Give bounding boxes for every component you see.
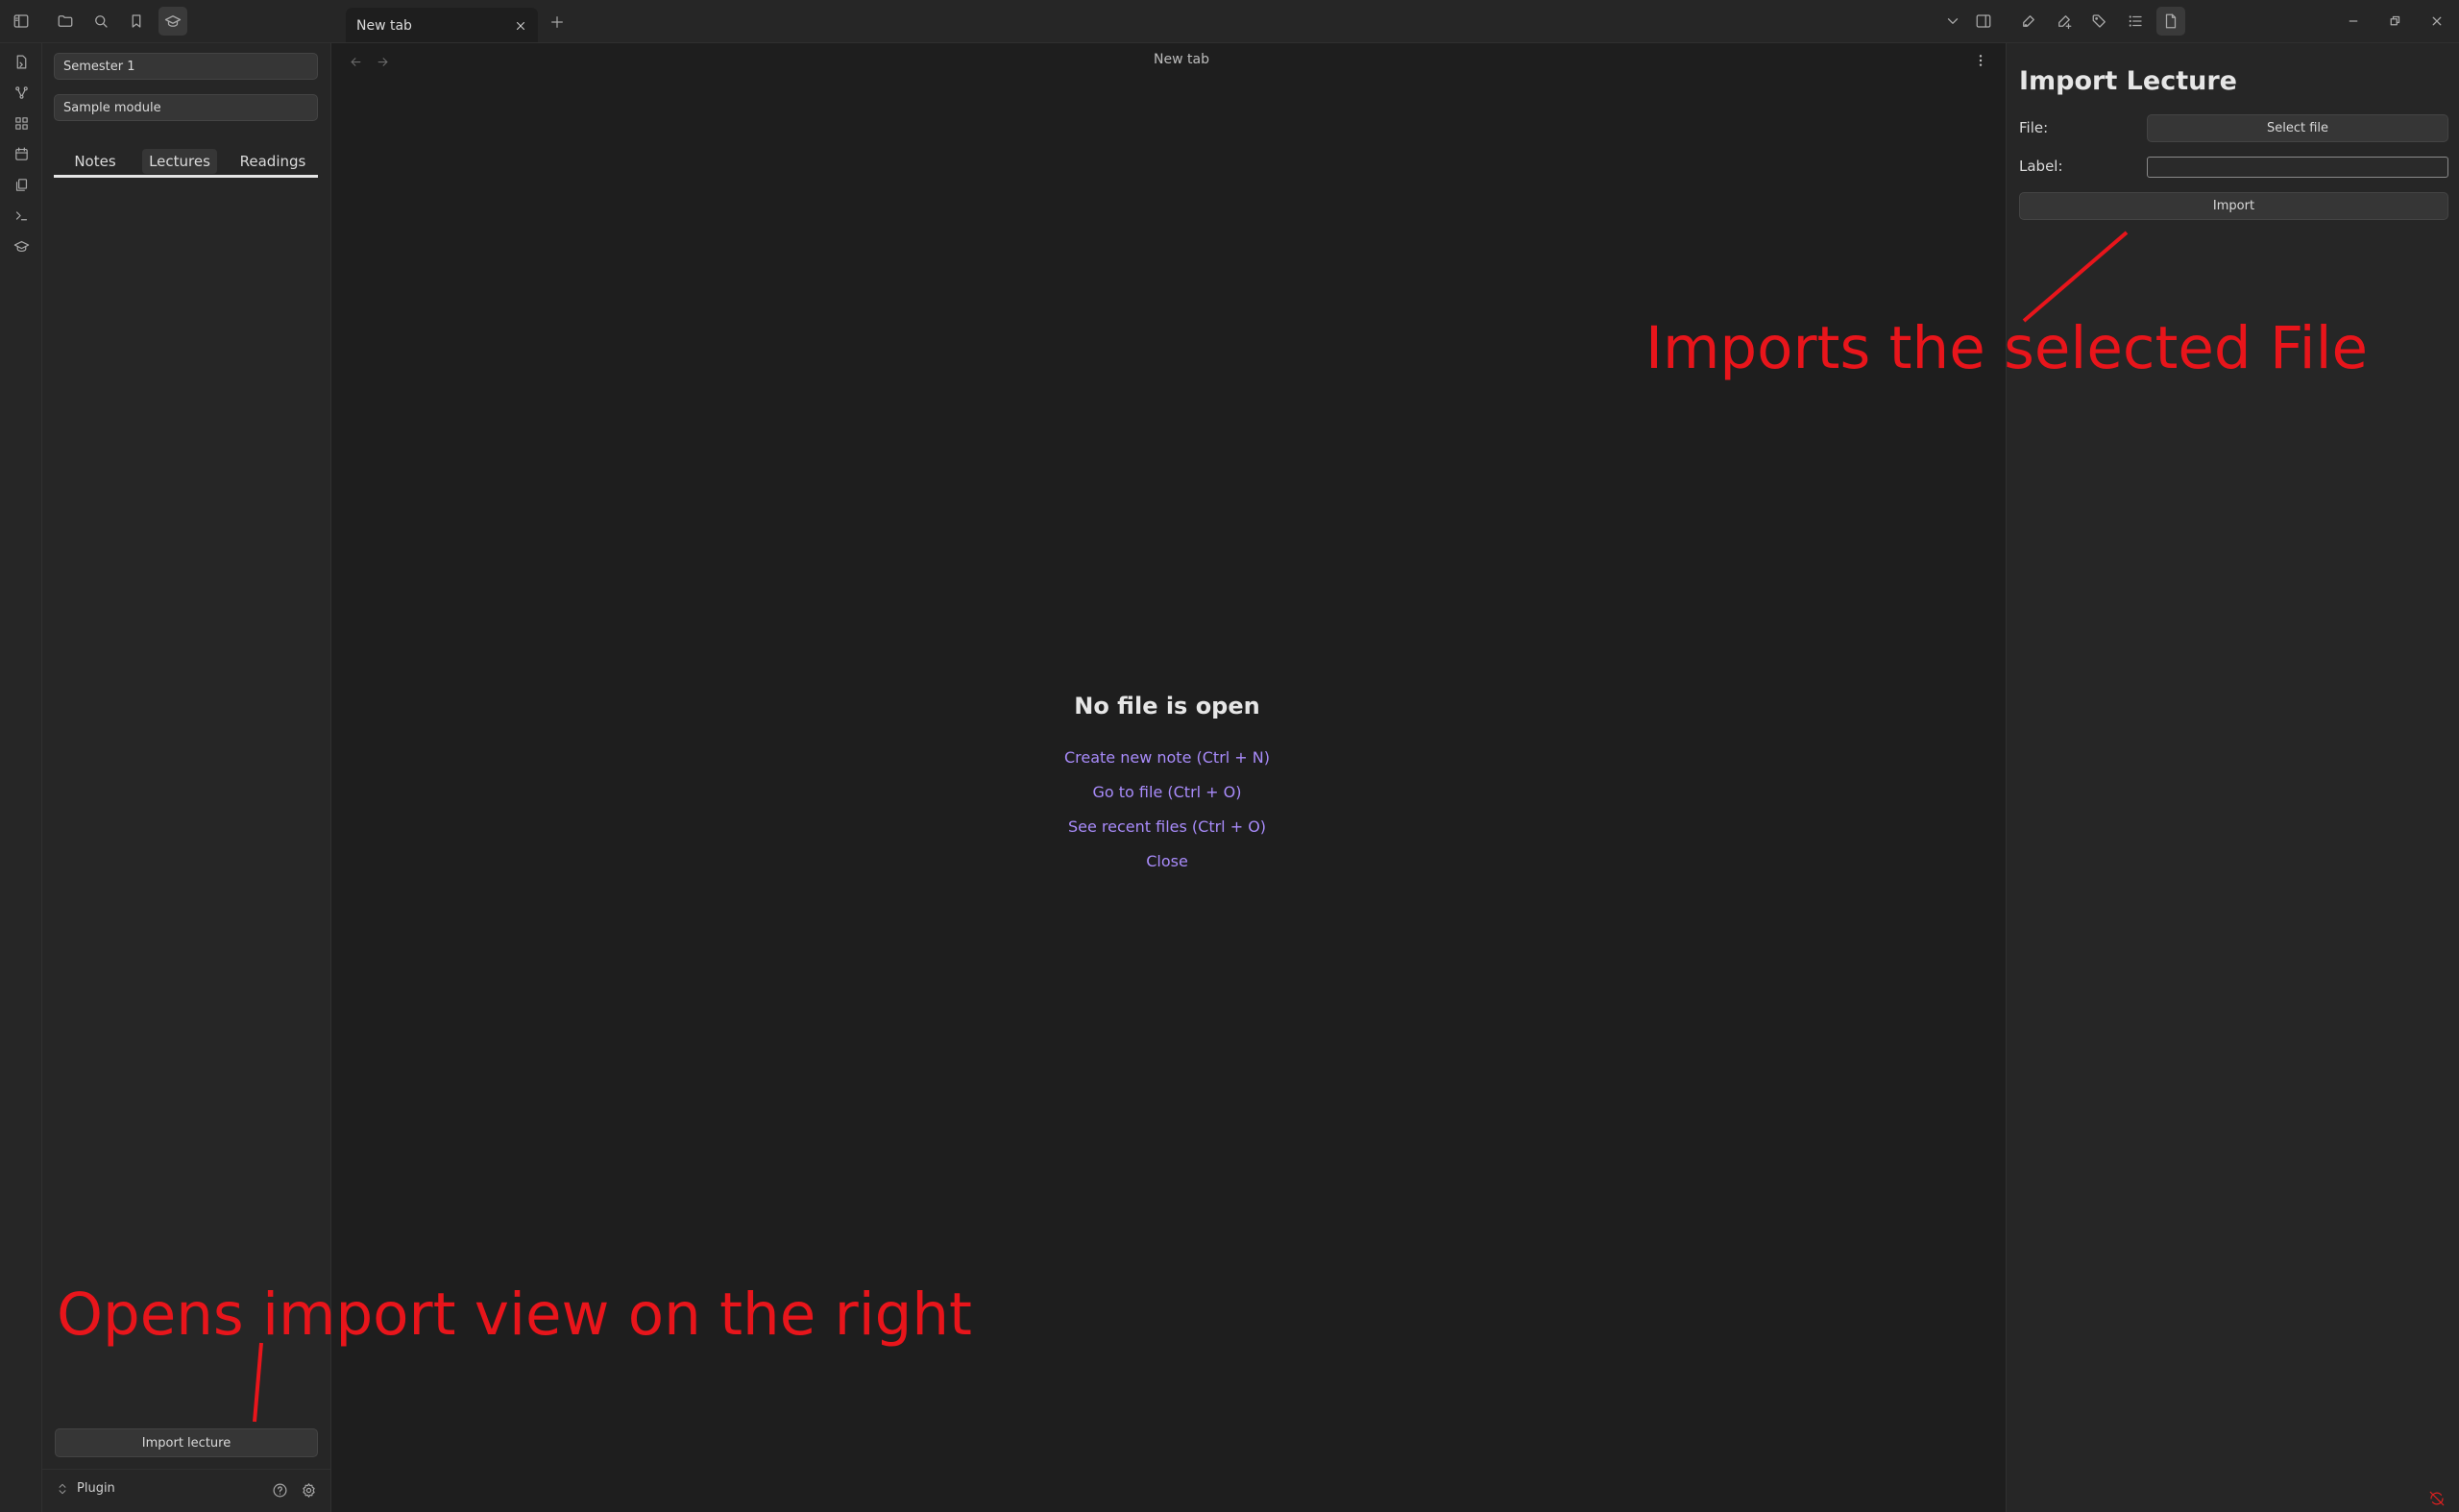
help-icon[interactable] <box>269 1479 290 1500</box>
titlebar: New tab <box>0 0 2459 43</box>
daily-note-icon[interactable] <box>7 139 36 168</box>
annotation-imports-selected-file: Imports the selected File <box>1645 314 2369 382</box>
templates-icon[interactable] <box>7 170 36 199</box>
tab-lectures[interactable]: Lectures <box>142 149 217 174</box>
tab-notes[interactable]: Notes <box>67 149 123 174</box>
restore-icon[interactable] <box>2380 7 2409 36</box>
lecture-plugin-icon[interactable] <box>7 232 36 260</box>
more-options-icon[interactable] <box>1970 50 1991 71</box>
sidebar-divider <box>42 1469 331 1470</box>
import-lecture-panel: Import Lecture File: Select file Label: … <box>2006 43 2459 1512</box>
ribbon <box>0 43 42 1512</box>
create-new-note-link[interactable]: Create new note (Ctrl + N) <box>331 741 2003 775</box>
tags-icon[interactable] <box>2085 7 2114 36</box>
import-panel-title: Import Lecture <box>2019 66 2237 96</box>
tab-label: New tab <box>356 18 412 34</box>
canvas-icon[interactable] <box>7 109 36 137</box>
open-quick-switcher-icon[interactable] <box>7 47 36 76</box>
import-lecture-button[interactable]: Import lecture <box>55 1428 318 1457</box>
semester-select[interactable]: Semester 1 <box>54 53 318 80</box>
graduation-cap-icon[interactable] <box>158 7 187 36</box>
module-select[interactable]: Sample module <box>54 94 318 121</box>
settings-gear-icon[interactable] <box>298 1479 319 1500</box>
select-file-button[interactable]: Select file <box>2147 114 2448 142</box>
go-to-file-link[interactable]: Go to file (Ctrl + O) <box>331 775 2003 810</box>
empty-state: No file is open Create new note (Ctrl + … <box>331 693 2003 879</box>
label-label: Label: <box>2019 158 2063 175</box>
folder-icon[interactable] <box>51 7 80 36</box>
view-title: New tab <box>1154 52 1209 67</box>
empty-state-title: No file is open <box>1074 693 1260 719</box>
tab-close-icon[interactable] <box>511 16 530 36</box>
sync-status-icon[interactable] <box>2428 1490 2446 1507</box>
plus-icon[interactable] <box>546 11 569 34</box>
list-icon[interactable] <box>2121 7 2150 36</box>
file-label: File: <box>2019 119 2049 136</box>
vault-switcher[interactable]: Plugin <box>56 1481 115 1496</box>
label-input[interactable] <box>2147 157 2448 178</box>
chevron-up-down-icon <box>59 1483 66 1494</box>
command-palette-icon[interactable] <box>7 201 36 230</box>
sidebar-toggle-icon[interactable] <box>7 7 36 36</box>
pen-plus-icon[interactable] <box>2050 7 2079 36</box>
search-icon[interactable] <box>86 7 115 36</box>
vault-name: Plugin <box>77 1481 115 1496</box>
tab-new-tab[interactable]: New tab <box>346 8 538 43</box>
right-sidebar-toggle-icon[interactable] <box>1969 7 1998 36</box>
bookmark-icon[interactable] <box>122 7 151 36</box>
annotation-opens-import-view: Opens import view on the right <box>57 1280 972 1349</box>
see-recent-files-link[interactable]: See recent files (Ctrl + O) <box>331 810 2003 844</box>
tab-readings[interactable]: Readings <box>232 149 313 174</box>
minimize-icon[interactable] <box>2339 7 2368 36</box>
chevron-down-icon[interactable] <box>1938 7 1967 36</box>
import-button[interactable]: Import <box>2019 192 2448 220</box>
close-link[interactable]: Close <box>331 844 2003 879</box>
pen-link-icon[interactable] <box>2014 7 2043 36</box>
file-icon[interactable] <box>2156 7 2185 36</box>
graph-view-icon[interactable] <box>7 78 36 107</box>
sidebar-tabs: Notes Lectures Readings <box>54 149 318 178</box>
close-icon[interactable] <box>2422 7 2451 36</box>
